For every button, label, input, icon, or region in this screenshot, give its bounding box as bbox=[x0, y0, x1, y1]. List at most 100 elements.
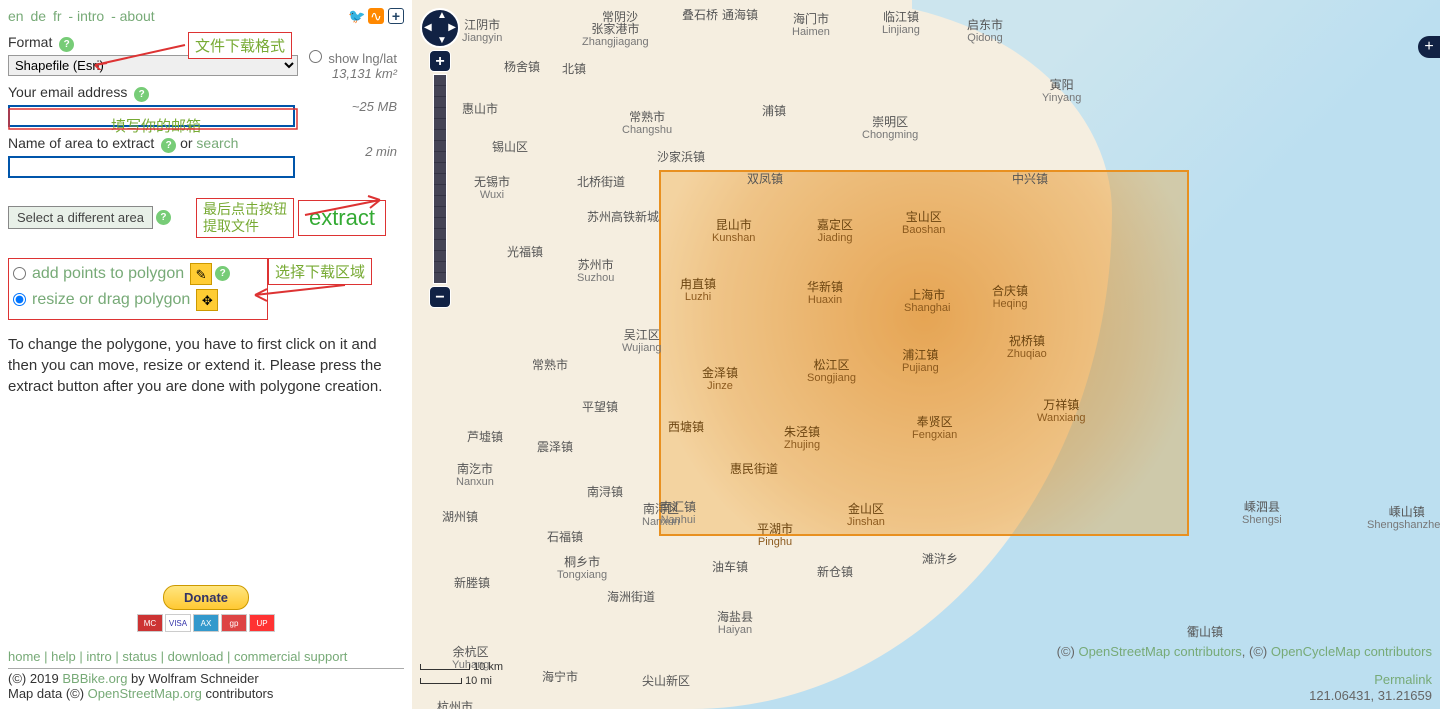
nav-intro[interactable]: intro bbox=[77, 8, 104, 24]
rss-icon[interactable]: ∿ bbox=[368, 8, 384, 24]
lang-fr[interactable]: fr bbox=[53, 8, 62, 24]
nav-about[interactable]: about bbox=[120, 8, 155, 24]
help-icon[interactable]: ? bbox=[161, 138, 176, 153]
lang-en[interactable]: en bbox=[8, 8, 24, 24]
city-label: 宝山区Baoshan bbox=[902, 210, 945, 238]
city-label: 金山区Jinshan bbox=[847, 502, 885, 530]
add-points-radio[interactable] bbox=[13, 267, 26, 280]
share-icon[interactable]: + bbox=[388, 8, 404, 24]
city-label: 南汔市Nanxun bbox=[456, 462, 494, 490]
city-label: 惠民街道 bbox=[730, 462, 778, 476]
footer-intro[interactable]: intro bbox=[86, 649, 111, 664]
city-label: 苏州高铁新城 bbox=[587, 210, 659, 224]
resize-drag-label: resize or drag polygon bbox=[32, 291, 190, 309]
zoom-slider[interactable] bbox=[433, 74, 447, 284]
city-label: 新仓镇 bbox=[817, 565, 853, 579]
city-label: 滩浒乡 bbox=[922, 552, 958, 566]
resize-drag-radio[interactable] bbox=[13, 293, 26, 306]
scale-bar: 10 km 10 mi bbox=[420, 661, 503, 689]
city-label: 杨舍镇 bbox=[504, 60, 540, 74]
city-label: 常熟市 bbox=[532, 358, 568, 372]
city-label: 中兴镇 bbox=[1012, 172, 1048, 186]
city-label: 临江镇Linjiang bbox=[882, 10, 920, 38]
ocm-attrib-link[interactable]: OpenCycleMap contributors bbox=[1271, 644, 1432, 659]
city-label: 锡山区 bbox=[492, 140, 528, 154]
bbbike-link[interactable]: BBBike.org bbox=[62, 671, 127, 686]
city-label: 芦墟镇 bbox=[467, 430, 503, 444]
city-label: 华新镇Huaxin bbox=[807, 280, 843, 308]
osm-link[interactable]: OpenStreetMap.org bbox=[88, 686, 202, 701]
city-label: 沙家浜镇 bbox=[657, 150, 705, 164]
extract-button[interactable]: extract bbox=[298, 200, 386, 236]
city-label: 湖州镇 bbox=[442, 510, 478, 524]
city-label: 奉贤区Fengxian bbox=[912, 415, 957, 443]
city-label: 海宁市 bbox=[542, 670, 578, 684]
stat-time: 2 min bbox=[332, 144, 397, 159]
city-label: 浦镇 bbox=[762, 104, 786, 118]
add-points-label: add points to polygon bbox=[32, 265, 184, 283]
city-label: 惠山市 bbox=[462, 102, 498, 116]
pan-control[interactable]: ▲ ▼ ◀ ▶ bbox=[420, 8, 460, 48]
annotation-extract: 最后点击按钮 提取文件 bbox=[196, 198, 294, 238]
city-label: 苏州市Suzhou bbox=[577, 258, 614, 286]
permalink[interactable]: Permalink bbox=[1374, 672, 1432, 687]
city-label: 嵊山镇Shengshanzhen bbox=[1367, 505, 1440, 533]
city-label: 桐乡市Tongxiang bbox=[557, 555, 607, 583]
map-attribution: (©) OpenStreetMap contributors, (©) Open… bbox=[1057, 644, 1432, 659]
city-label: 甪直镇Luzhi bbox=[680, 277, 716, 305]
zoom-out-button[interactable]: − bbox=[429, 286, 451, 308]
polygon-mode-group: add points to polygon ✎ ? resize or drag… bbox=[8, 258, 268, 320]
city-label: 油车镇 bbox=[712, 560, 748, 574]
footer-home[interactable]: home bbox=[8, 649, 41, 664]
map[interactable]: 海门市Haimen临江镇Linjiang启东市Qidong通海镇叠石桥常阴沙张家… bbox=[412, 0, 1440, 709]
format-select[interactable]: Shapefile (Esri) bbox=[8, 55, 298, 76]
annotation-area: 选择下载区域 bbox=[268, 258, 372, 285]
city-label: 昆山市Kunshan bbox=[712, 218, 755, 246]
footer-download[interactable]: download bbox=[168, 649, 224, 664]
osm-attrib-link[interactable]: OpenStreetMap contributors bbox=[1078, 644, 1241, 659]
donate-button[interactable]: Donate bbox=[163, 585, 249, 610]
city-label: 通海镇 bbox=[722, 8, 758, 22]
move-icon[interactable]: ✥ bbox=[196, 289, 218, 311]
sidebar: en de fr - intro - about 🐦 ∿ + show lng/… bbox=[0, 0, 412, 709]
help-icon[interactable]: ? bbox=[156, 210, 171, 225]
help-icon[interactable]: ? bbox=[59, 37, 74, 52]
payment-icons: MC VISA AX gp UP bbox=[8, 614, 404, 632]
select-different-area-button[interactable]: Select a different area bbox=[8, 206, 153, 229]
email-input[interactable] bbox=[8, 105, 295, 127]
lang-de[interactable]: de bbox=[30, 8, 46, 24]
city-label: 海洲街道 bbox=[607, 590, 655, 604]
city-label: 南汇镇Nanhui bbox=[660, 500, 696, 528]
city-label: 西塘镇 bbox=[668, 420, 704, 434]
search-link[interactable]: search bbox=[196, 135, 238, 151]
city-label: 平湖市Pinghu bbox=[757, 522, 793, 550]
city-label: 北桥街道 bbox=[577, 175, 625, 189]
footer-status[interactable]: status bbox=[122, 649, 157, 664]
instructions-text: To change the polygone, you have to firs… bbox=[8, 334, 404, 397]
city-label: 祝桥镇Zhuqiao bbox=[1007, 334, 1047, 362]
city-label: 张家港市Zhangjiagang bbox=[582, 22, 649, 50]
city-label: 江阴市Jiangyin bbox=[462, 18, 502, 46]
city-label: 尖山新区 bbox=[642, 674, 690, 688]
footer-commercial[interactable]: commercial support bbox=[234, 649, 347, 664]
layer-add-button[interactable]: + bbox=[1418, 36, 1440, 58]
city-label: 启东市Qidong bbox=[967, 18, 1003, 46]
stat-size: ~25 MB bbox=[332, 99, 397, 114]
footer-links: home | help | intro | status | download … bbox=[8, 648, 404, 664]
footer-help[interactable]: help bbox=[51, 649, 76, 664]
help-icon[interactable]: ? bbox=[215, 266, 230, 281]
city-label: 石福镇 bbox=[547, 530, 583, 544]
city-label: 光福镇 bbox=[507, 245, 543, 259]
city-label: 双凤镇 bbox=[747, 172, 783, 186]
pencil-icon[interactable]: ✎ bbox=[190, 263, 212, 285]
twitter-icon[interactable]: 🐦 bbox=[348, 8, 364, 24]
city-label: 海盐县Haiyan bbox=[717, 610, 753, 638]
city-label: 杭州市 bbox=[437, 700, 473, 709]
zoom-in-button[interactable]: + bbox=[429, 50, 451, 72]
city-label: 嘉定区Jiading bbox=[817, 218, 853, 246]
help-icon[interactable]: ? bbox=[134, 87, 149, 102]
area-name-input[interactable] bbox=[8, 156, 295, 178]
city-label: 南浔镇 bbox=[587, 485, 623, 499]
city-label: 北镇 bbox=[562, 62, 586, 76]
city-label: 海门市Haimen bbox=[792, 12, 830, 40]
